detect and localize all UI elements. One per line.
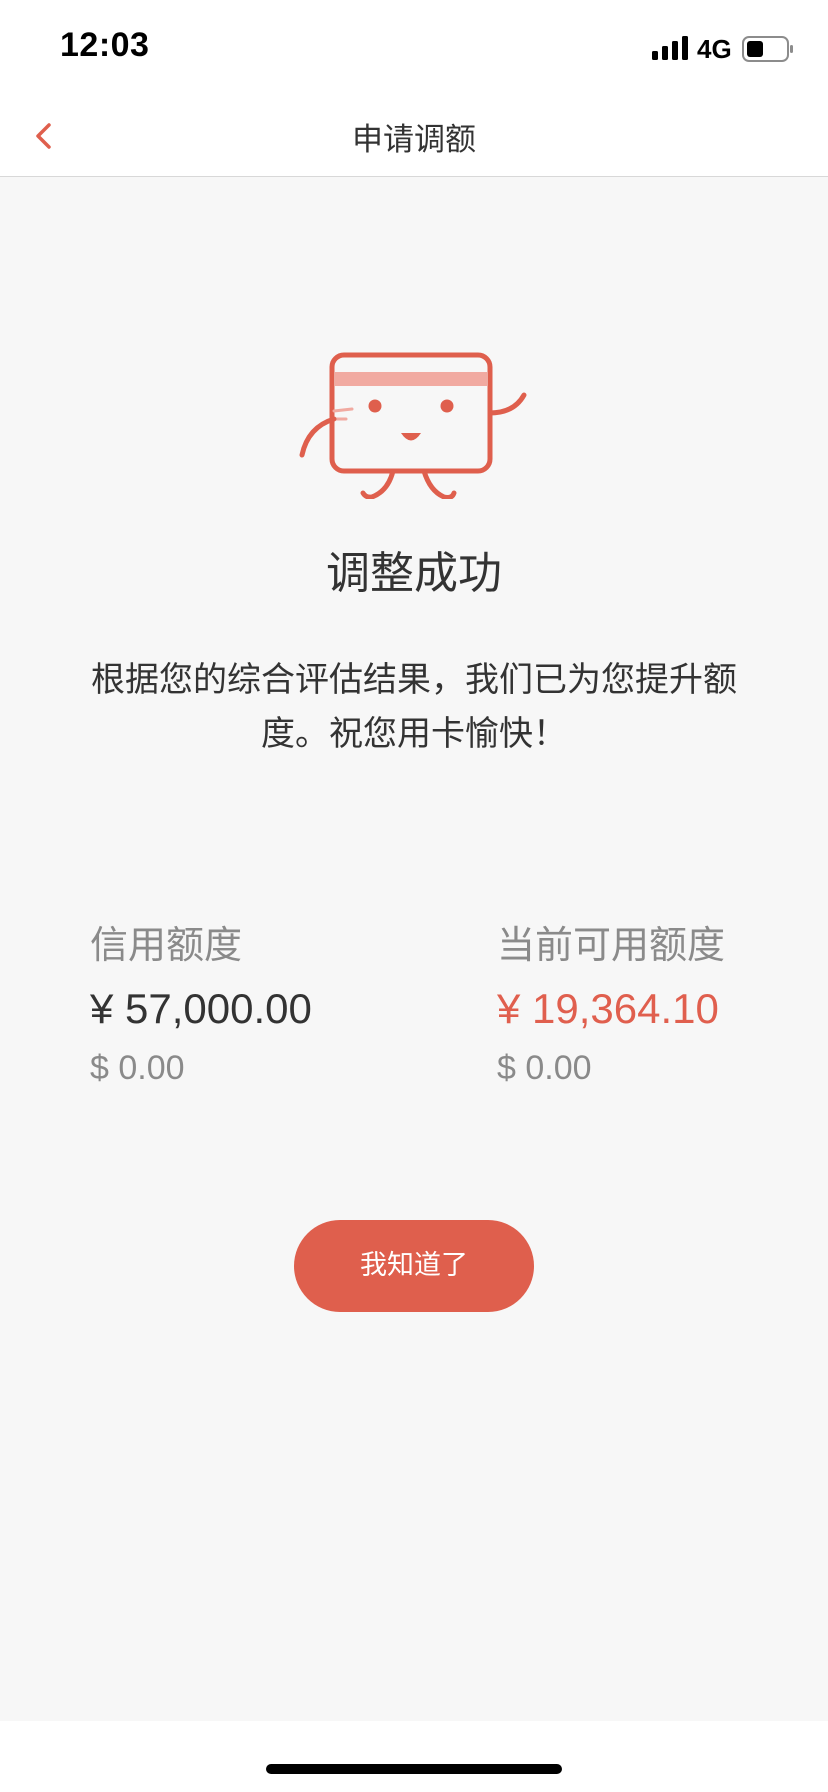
credit-limit-label: 信用额度 — [90, 923, 243, 967]
available-limit-usd-value: $ 0.00 — [497, 1049, 592, 1087]
network-label: 4G — [697, 34, 732, 64]
result-content: 调整成功 根据您的综合评估结果，我们已为您提升额度。祝您用卡愉快！ 信用额度 ¥… — [0, 177, 828, 1721]
nav-bar: 申请调额 — [0, 98, 828, 177]
result-title: 调整成功 — [326, 548, 502, 599]
confirm-button[interactable]: 我知道了 — [294, 1220, 534, 1312]
battery-icon — [742, 36, 793, 62]
status-bar: 12:03 4G — [0, 0, 828, 98]
screen: 12:03 4G 申请调额 调整成功 根据您的综合评估结果，我们已为您提升额度。… — [0, 0, 828, 1792]
result-description: 根据您的综合评估结果，我们已为您提升额度。祝您用卡愉快！ — [91, 660, 737, 754]
credit-limit-usd-value: $ 0.00 — [90, 1049, 185, 1087]
available-limit-cny-value: ¥ 19,364.10 — [497, 985, 719, 1032]
credit-limit-cny-value: ¥ 57,000.00 — [90, 985, 312, 1032]
home-indicator — [266, 1764, 562, 1774]
signal-icon — [652, 36, 688, 60]
card-mascot-illustration — [299, 352, 527, 499]
available-limit-label: 当前可用额度 — [497, 923, 726, 967]
credit-limit-block: 信用额度 ¥ 57,000.00 $ 0.00 — [90, 919, 312, 1093]
page-title: 申请调额 — [352, 122, 476, 158]
available-limit-block: 当前可用额度 ¥ 19,364.10 $ 0.00 — [497, 919, 725, 1093]
status-time: 12:03 — [60, 26, 150, 64]
